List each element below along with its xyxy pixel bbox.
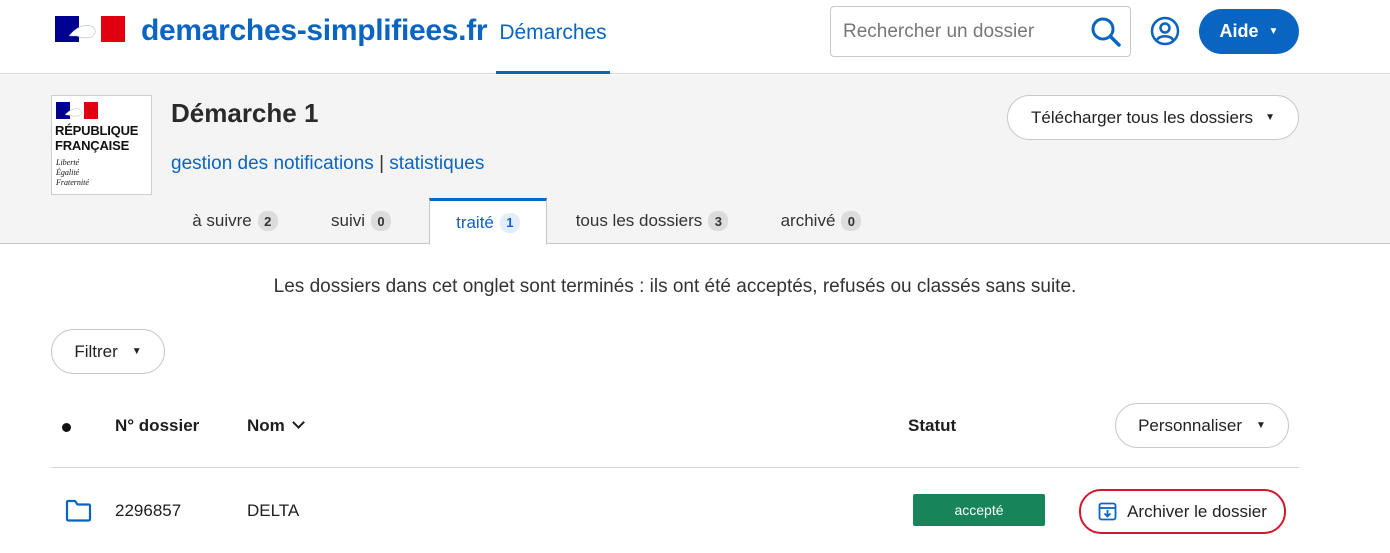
tab-count-badge: 3 — [708, 211, 729, 231]
procedure-title: Démarche 1 — [171, 98, 319, 128]
link-separator: | — [379, 153, 385, 174]
marianne-flag-icon — [56, 102, 98, 119]
tab-suivi[interactable]: suivi 0 — [311, 198, 411, 244]
archive-dossier-button[interactable]: Archiver le dossier — [1079, 489, 1286, 534]
download-all-label: Télécharger tous les dossiers — [1031, 107, 1254, 127]
caret-down-icon: ▼ — [1256, 420, 1266, 431]
column-header-status: Statut — [908, 416, 957, 435]
sort-chevron-down-icon[interactable] — [291, 416, 305, 429]
tab-label: traité — [456, 212, 494, 232]
tab-archive[interactable]: archivé 0 — [769, 198, 873, 244]
filter-button-label: Filtrer — [74, 341, 118, 361]
tab-count-badge: 0 — [841, 211, 862, 231]
status-badge: accepté — [913, 494, 1045, 526]
help-button[interactable]: Aide ▼ — [1199, 9, 1299, 54]
archive-dossier-label: Archiver le dossier — [1127, 501, 1267, 521]
motto-egalite: Égalité — [56, 168, 80, 177]
customize-columns-label: Personnaliser — [1138, 415, 1243, 435]
caret-down-icon: ▼ — [1265, 112, 1275, 123]
nav-demarches-link[interactable]: Démarches — [496, 0, 610, 74]
caret-down-icon: ▼ — [131, 346, 142, 357]
customize-columns-button[interactable]: Personnaliser ▼ — [1115, 403, 1289, 448]
search-input[interactable] — [831, 7, 1081, 56]
procedure-banner: RÉPUBLIQUE FRANÇAISE Liberté Égalité Fra… — [0, 75, 1390, 245]
column-header-number[interactable]: N° dossier — [115, 416, 199, 436]
tab-tous-les-dossiers[interactable]: tous les dossiers 3 — [563, 198, 741, 244]
motto-fraternite: Fraternité — [56, 178, 89, 187]
top-header: demarches-simplifiees.fr Démarches Aide … — [0, 0, 1390, 74]
download-all-button[interactable]: Télécharger tous les dossiers ▼ — [1007, 95, 1299, 140]
republique-francaise-logo: RÉPUBLIQUE FRANÇAISE Liberté Égalité Fra… — [51, 95, 152, 195]
tab-a-suivre[interactable]: à suivre 2 — [171, 198, 299, 244]
marianne-logo-icon[interactable] — [55, 16, 125, 42]
user-account-icon[interactable] — [1150, 16, 1180, 46]
notifications-link[interactable]: gestion des notifications — [171, 153, 374, 174]
caret-down-icon: ▼ — [1268, 26, 1279, 37]
tab-count-badge: 1 — [499, 212, 520, 233]
column-header-name[interactable]: Nom — [247, 416, 305, 436]
logo-motto: Liberté Égalité Fraternité — [56, 158, 89, 188]
logo-text-line1: RÉPUBLIQUE — [55, 123, 139, 138]
search-icon[interactable] — [1090, 16, 1122, 48]
tab-label: suivi — [330, 211, 365, 230]
statistics-link[interactable]: statistiques — [389, 153, 484, 174]
motto-liberte: Liberté — [56, 158, 80, 167]
tab-traite[interactable]: traité 1 — [429, 198, 547, 245]
archive-box-icon — [1098, 502, 1117, 521]
tab-label: à suivre — [192, 211, 252, 230]
dossier-number[interactable]: 2296857 — [115, 501, 181, 521]
tab-label: archivé — [780, 211, 836, 230]
dossier-name[interactable]: DELTA — [247, 501, 299, 521]
tab-label: tous les dossiers — [575, 211, 703, 230]
site-title[interactable]: demarches-simplifiees.fr — [141, 14, 488, 48]
help-button-label: Aide — [1219, 21, 1259, 41]
logo-text-line2: FRANÇAISE — [55, 138, 130, 153]
tab-description: Les dossiers dans cet onglet sont termin… — [273, 276, 1077, 297]
tab-count-badge: 0 — [371, 211, 391, 231]
search-box — [830, 6, 1131, 57]
folder-icon[interactable] — [65, 499, 92, 522]
filter-button[interactable]: Filtrer ▼ — [51, 329, 165, 374]
tab-count-badge: 2 — [257, 211, 278, 231]
notification-dot-header — [62, 423, 71, 432]
column-header-name-label: Nom — [247, 416, 285, 435]
procedure-links: gestion des notifications | statistiques — [171, 153, 484, 175]
table-header-divider — [51, 467, 1299, 468]
